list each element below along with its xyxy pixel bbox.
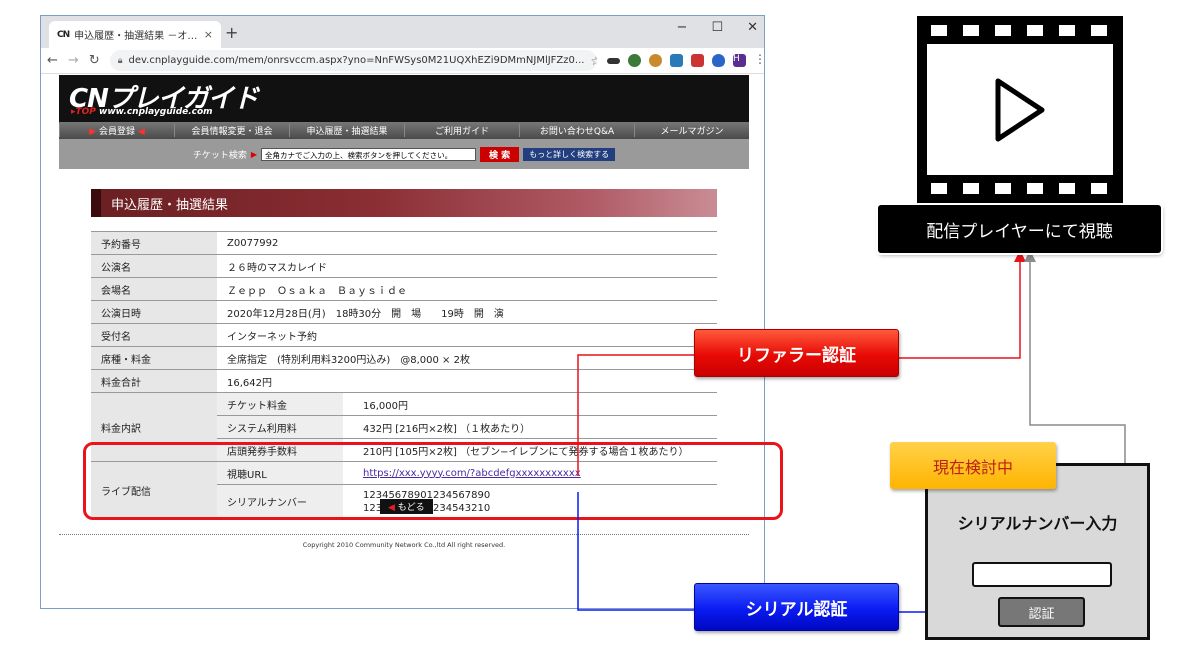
logo-url: www.cnplayguide.com [99,107,213,117]
panel-title: シリアルナンバー入力 [957,514,1118,533]
nav-item-mailmagazine[interactable]: メールマガジン [634,124,749,137]
row-label: 公演日時 [91,300,217,324]
play-icon [995,78,1045,141]
main-nav: ▶ 会員登録 ◀ 会員情報変更・退会 申込履歴・抽選結果 ご利用ガイド お問い合… [59,122,749,139]
table-row: 料金合計 16,642円 [91,369,717,393]
arrow-right-icon: ▶ [250,149,258,159]
nav-item-faq[interactable]: お問い合わせQ&A [519,124,634,137]
table-row: 公演名 ２６時のマスカレイド [91,254,717,278]
table-row: 受付名 インターネット予約 [91,323,717,347]
row-value: 16,000円 [343,392,717,416]
menu-dots-icon[interactable]: ⋮ [754,53,764,67]
extension-cookie-icon[interactable] [649,54,662,67]
row-label: 受付名 [91,323,217,347]
nav-item-member-change[interactable]: 会員情報変更・退会 [174,124,289,137]
nav-item-register[interactable]: ▶ 会員登録 ◀ [59,124,174,137]
video-player-graphic [917,16,1123,203]
search-input[interactable]: 全角カナでご入力の上、検索ボタンを押してください。 [261,147,477,161]
row-value: ２６時のマスカレイド [217,254,717,278]
forward-arrow-icon[interactable]: → [68,53,79,68]
address-bar[interactable]: 🔒︎ dev.cnplayguide.com/mem/onrsvccm.aspx… [109,50,597,71]
row-label: 席種・料金 [91,346,217,370]
extension-glasses-icon[interactable] [607,57,620,64]
lock-icon: 🔒︎ [117,55,123,66]
tab-close-icon[interactable]: × [204,28,213,41]
row-value: 16,642円 [217,369,717,393]
site-favicon-icon: CN [57,29,70,40]
row-value: インターネット予約 [217,323,717,347]
tab-title: 申込履歴・抽選結果 －オンラインチ [74,31,199,42]
profile-avatar[interactable]: H [733,54,746,67]
extension-pdf-icon[interactable] [691,54,704,67]
serial-number-input[interactable] [972,562,1112,587]
copyright: Copyright 2010 Community Network Co.,ltd… [302,541,506,549]
new-tab-button[interactable]: + [225,23,238,42]
table-row: 公演日時 2020年12月28日(月) 18時30分 開 場 19時 開 演 [91,300,717,324]
maximize-icon[interactable]: ☐ [711,20,723,35]
close-window-icon[interactable]: ✕ [747,20,758,35]
table-row: 予約番号 Z0077992 [91,231,717,255]
top-link[interactable]: ▸TOP [71,107,96,117]
search-label: チケット検索 [192,150,247,161]
site-container: CNプレイガイド ▸TOP www.cnplayguide.com ▶ 会員登録… [59,75,749,608]
table-row: 料金内訳 チケット料金 16,000円 [91,392,717,462]
extension-shield-icon[interactable] [712,54,725,67]
row-label: 予約番号 [91,231,217,255]
row-value: Ｚｅｐｐ Ｏｓａｋａ Ｂａｙｓｉｄｅ [217,277,717,301]
row-value: 全席指定 (特別利用料3200円込み) @8,000 × 2枚 [217,346,717,370]
extensions: H ⋮ [607,53,764,67]
browser-toolbar: ← → ↻ 🔒︎ dev.cnplayguide.com/mem/onrsvcc… [41,48,764,74]
row-value: 432円 [216円×2枚] （１枚あたり） [343,415,717,439]
live-section-highlight [83,442,783,520]
row-label: 公演名 [91,254,217,278]
serial-auth-label: シリアル認証 [694,583,899,631]
nav-item-history[interactable]: 申込履歴・抽選結果 [289,124,404,137]
minimize-icon[interactable]: − [677,20,688,35]
player-screen [927,44,1113,175]
bookmark-star-icon[interactable]: ☆ [590,54,597,68]
back-arrow-icon[interactable]: ← [47,53,58,68]
under-review-badge: 現在検討中 [890,442,1056,489]
nav-item-guide[interactable]: ご利用ガイド [404,124,519,137]
table-row: 席種・料金 全席指定 (特別利用料3200円込み) @8,000 × 2枚 [91,346,717,370]
advanced-search-button[interactable]: もっと詳しく検索する [523,147,616,161]
logo-subtitle[interactable]: ▸TOP www.cnplayguide.com [71,107,213,117]
sub-label: システム利用料 [217,415,343,439]
row-label: 料金合計 [91,369,217,393]
footer-divider [59,534,749,535]
authenticate-button[interactable]: 認証 [998,597,1085,627]
referrer-auth-label: リファラー認証 [694,329,899,377]
page-title: 申込履歴・抽選結果 [91,189,717,217]
row-value: Z0077992 [217,231,717,255]
table-row: 会場名 Ｚｅｐｐ Ｏｓａｋａ Ｂａｙｓｉｄｅ [91,277,717,301]
search-button[interactable]: 検 索 [480,146,520,162]
row-label: 会場名 [91,277,217,301]
serial-input-panel: シリアルナンバー入力 認証 [925,463,1150,640]
player-label: 配信プレイヤーにて視聴 [878,205,1161,253]
reload-icon[interactable]: ↻ [89,53,100,68]
site-header: CNプレイガイド ▸TOP www.cnplayguide.com [59,75,749,122]
referrer-arrow-line [899,250,1026,359]
sub-label: チケット料金 [217,392,343,416]
ticket-search-bar: チケット検索 ▶ 全角カナでご入力の上、検索ボタンを押してください。 検 索 も… [59,139,749,169]
browser-tab[interactable]: CN 申込履歴・抽選結果 －オンラインチ × [49,21,221,48]
extension-globe-icon[interactable] [628,54,641,67]
web-page: CNプレイガイド ▸TOP www.cnplayguide.com ▶ 会員登録… [41,75,764,608]
tab-strip: CN 申込履歴・抽選結果 －オンラインチ × + − ☐ ✕ [41,16,764,48]
window-controls: − ☐ ✕ [677,20,758,35]
url-text: dev.cnplayguide.com/mem/onrsvccm.aspx?yn… [128,55,585,66]
extension-s-icon[interactable] [670,54,683,67]
row-value: 2020年12月28日(月) 18時30分 開 場 19時 開 演 [217,300,717,324]
